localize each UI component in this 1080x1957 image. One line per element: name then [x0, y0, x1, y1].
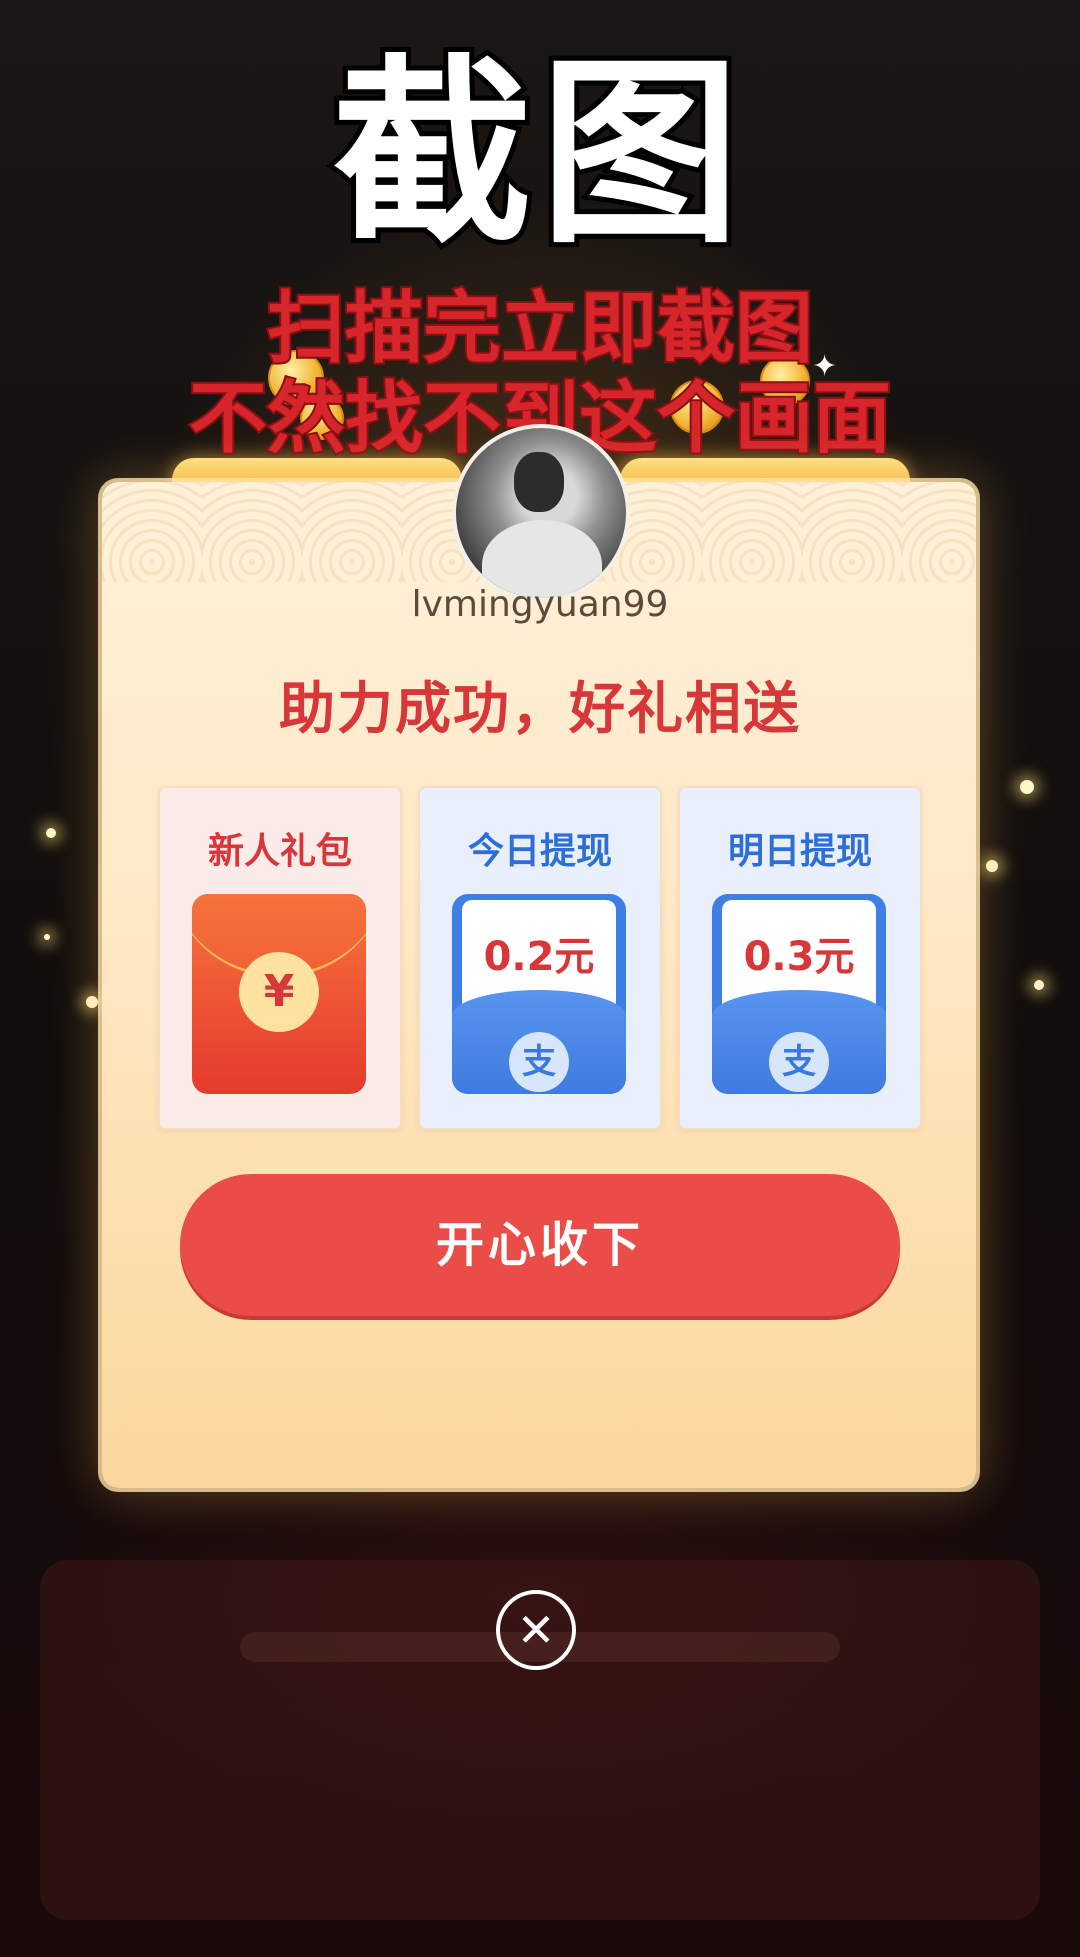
tomorrow-withdraw-card[interactable]: 明日提现 0.3元 支 — [678, 786, 922, 1130]
sparkle — [1020, 780, 1034, 794]
card-title: 今日提现 — [467, 831, 612, 872]
sparkle — [46, 828, 56, 838]
overlay-instruction-line1: 扫描完立即截图 — [265, 282, 815, 376]
withdraw-amount: 0.2元 — [483, 934, 595, 980]
withdraw-amount: 0.3元 — [743, 934, 855, 980]
close-icon[interactable]: ✕ — [496, 1590, 576, 1670]
success-headline: 助力成功，好礼相送 — [279, 677, 801, 742]
alipay-wallet-icon: 0.2元 支 — [452, 894, 626, 1094]
sparkle — [1034, 980, 1044, 990]
avatar — [452, 424, 630, 602]
alipay-icon: 支 — [769, 1032, 829, 1092]
sparkle — [44, 934, 50, 940]
card-title: 新人礼包 — [207, 831, 352, 872]
yuan-seal: ¥ — [239, 952, 319, 1032]
sparkle — [986, 860, 998, 872]
alipay-wallet-icon: 0.3元 支 — [712, 894, 886, 1094]
card-title: 明日提现 — [727, 831, 872, 872]
sparkle — [86, 996, 98, 1008]
red-envelope-icon: ¥ — [192, 894, 366, 1094]
username: lvmingyuan99 — [411, 584, 669, 625]
today-withdraw-card[interactable]: 今日提现 0.2元 支 — [418, 786, 662, 1130]
accept-button[interactable]: 开心收下 — [180, 1174, 900, 1316]
alipay-icon: 支 — [509, 1032, 569, 1092]
newcomer-gift-card[interactable]: 新人礼包 ¥ — [158, 786, 402, 1130]
overlay-title: 截图 — [327, 35, 748, 275]
